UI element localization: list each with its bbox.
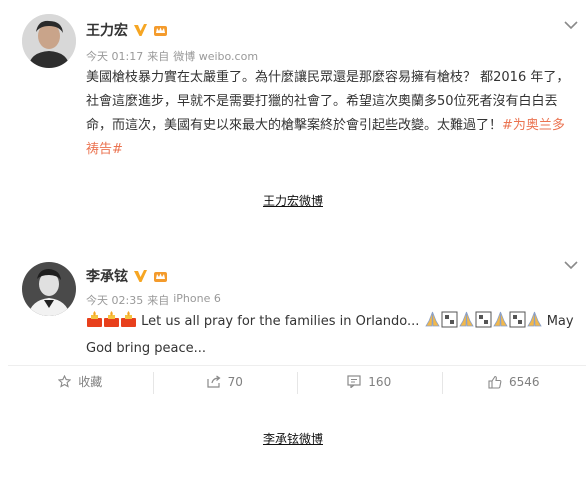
- pray-emoji: [492, 311, 509, 337]
- image-caption-1: 王力宏微博: [262, 194, 323, 208]
- verified-v-icon: [133, 23, 148, 38]
- action-bar: 收藏 70 160 6546: [8, 365, 586, 397]
- candle-emoji: [86, 311, 103, 337]
- repost-count: 70: [227, 374, 243, 389]
- pray-emoji: [424, 311, 441, 337]
- post-source[interactable]: 微博 weibo.com: [173, 48, 258, 64]
- pray-emoji: [475, 311, 492, 337]
- post-body: Let us all pray for the families in Orla…: [141, 314, 420, 329]
- favorite-button[interactable]: 收藏: [8, 366, 153, 397]
- star-icon: [58, 375, 72, 388]
- avatar[interactable]: [22, 14, 76, 68]
- vip-crown-icon: [153, 23, 168, 38]
- comment-count: 160: [368, 374, 392, 389]
- chevron-down-icon[interactable]: [564, 20, 578, 30]
- repost-icon: [207, 375, 221, 388]
- like-count: 6546: [508, 374, 540, 389]
- candle-emoji: [120, 311, 137, 337]
- pray-emoji: [509, 311, 526, 337]
- verified-v-icon: [133, 269, 148, 284]
- pray-emoji: [441, 311, 458, 337]
- comment-icon: [347, 375, 361, 388]
- source-prefix: 来自: [147, 294, 170, 307]
- source-prefix: 来自: [147, 50, 170, 63]
- pray-emoji: [458, 311, 475, 337]
- favorite-label: 收藏: [78, 375, 103, 389]
- like-button[interactable]: 6546: [441, 366, 586, 397]
- chevron-down-icon[interactable]: [564, 260, 578, 270]
- post-time[interactable]: 今天 01:17: [86, 48, 143, 64]
- repost-button[interactable]: 70: [152, 366, 298, 397]
- post-body: 美國槍枝暴力實在太嚴重了。為什麼讓民眾還是那麼容易擁有槍枝？ 都2016 年了，…: [86, 70, 570, 133]
- pray-emoji: [526, 311, 543, 337]
- post-meta: 今天 01:17 来自 微博 weibo.com: [86, 48, 258, 64]
- comment-button[interactable]: 160: [297, 366, 442, 397]
- vip-crown-icon: [153, 269, 168, 284]
- post-time[interactable]: 今天 02:35: [86, 292, 143, 308]
- avatar[interactable]: [22, 262, 76, 316]
- username[interactable]: 王力宏: [86, 20, 128, 40]
- post-text: Let us all pray for the families in Orla…: [86, 310, 578, 361]
- thumbs-up-icon: [488, 375, 502, 389]
- post-text: 美國槍枝暴力實在太嚴重了。為什麼讓民眾還是那麼容易擁有槍枝？ 都2016 年了，…: [86, 66, 576, 162]
- post-source[interactable]: iPhone 6: [173, 292, 221, 308]
- image-caption-2: 李承铉微博: [262, 432, 323, 446]
- username[interactable]: 李承铉: [86, 266, 128, 286]
- candle-emoji: [103, 311, 120, 337]
- post-meta: 今天 02:35 来自 iPhone 6: [86, 292, 221, 308]
